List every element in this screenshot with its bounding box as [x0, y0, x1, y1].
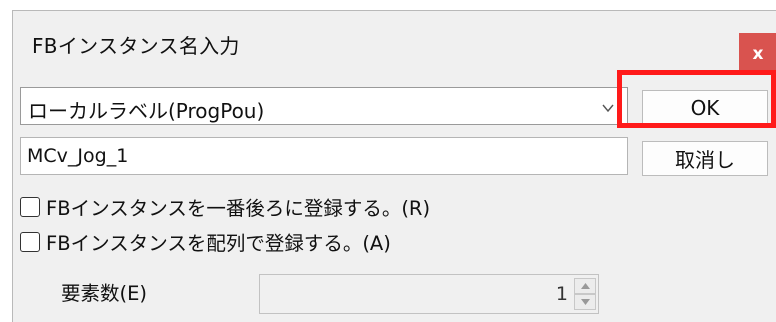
register-last-option[interactable]: FBインスタンスを一番後ろに登録する。(R) — [20, 192, 430, 221]
close-icon: x — [752, 44, 764, 64]
dialog-title: FBインスタンス名入力 — [32, 34, 240, 58]
instance-name-input[interactable] — [20, 137, 628, 175]
ok-button[interactable]: OK — [642, 90, 768, 125]
close-button[interactable]: x — [739, 33, 776, 75]
fb-instance-name-dialog: FBインスタンス名入力 x ローカルラベル(ProgPou) OK 取消し FB… — [12, 10, 776, 322]
element-count-value: 1 — [555, 283, 568, 305]
spin-down-icon — [580, 299, 590, 305]
element-count-label: 要素数(E) — [61, 282, 148, 305]
spin-up-icon — [580, 283, 590, 289]
chevron-down-icon — [602, 104, 614, 113]
spin-buttons — [574, 278, 596, 310]
element-count-spinbox[interactable]: 1 — [259, 274, 599, 314]
label-scope-value: ローカルラベル(ProgPou) — [28, 99, 265, 123]
register-array-option[interactable]: FBインスタンスを配列で登録する。(A) — [20, 227, 391, 256]
cancel-button[interactable]: 取消し — [642, 141, 768, 176]
register-last-checkbox[interactable] — [20, 196, 40, 217]
register-array-label: FBインスタンスを配列で登録する。(A) — [46, 232, 391, 255]
label-scope-dropdown[interactable]: ローカルラベル(ProgPou) — [20, 87, 628, 125]
register-array-checkbox[interactable] — [20, 231, 40, 252]
register-last-label: FBインスタンスを一番後ろに登録する。(R) — [46, 197, 431, 220]
spin-down-button[interactable] — [574, 294, 596, 310]
spin-up-button[interactable] — [574, 278, 596, 294]
